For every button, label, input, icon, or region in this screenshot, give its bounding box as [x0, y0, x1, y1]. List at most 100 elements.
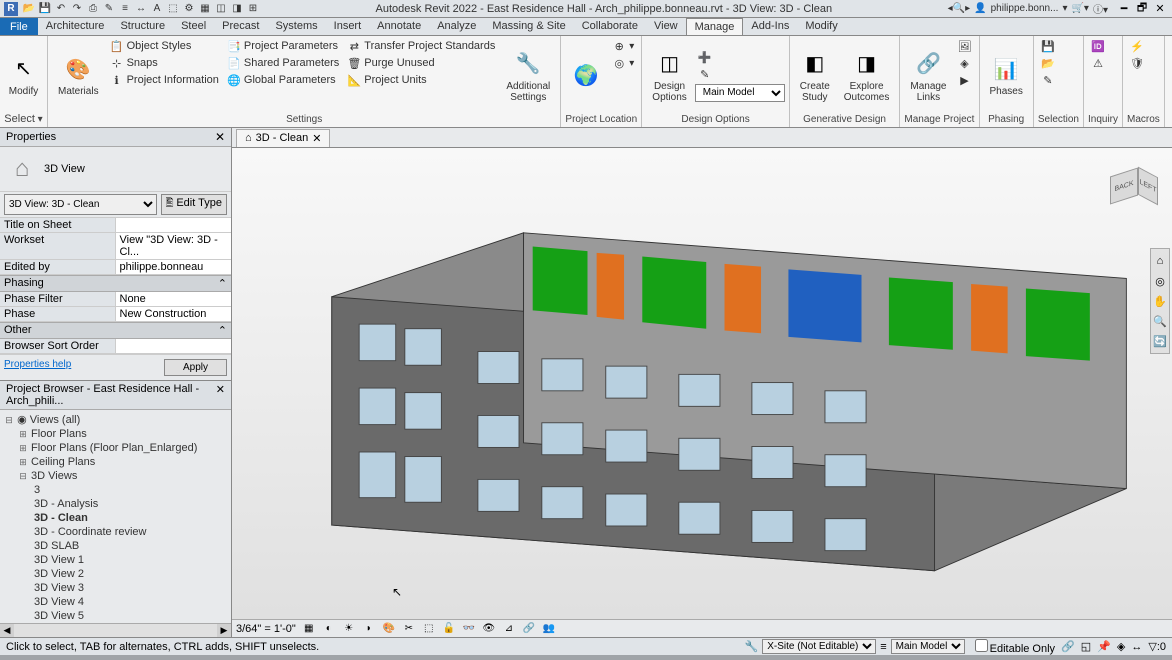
view-tab-3d-clean[interactable]: ⌂ 3D - Clean ✕	[236, 129, 330, 147]
vc-visual-icon[interactable]: ◐	[322, 622, 336, 636]
transfer-standards-button[interactable]: ⇄Transfer Project Standards	[344, 38, 498, 54]
create-study-button[interactable]: ◧Create Study	[794, 38, 836, 113]
tab-collaborate[interactable]: Collaborate	[574, 18, 646, 34]
select-face-icon[interactable]: ◈	[1117, 640, 1125, 653]
tree-node[interactable]: ⊞ Ceiling Plans	[2, 455, 229, 469]
pick-edit-button[interactable]: ✎	[695, 67, 785, 83]
property-row[interactable]: WorksetView "3D View: 3D - Cl...	[0, 233, 231, 260]
vc-crop-show-icon[interactable]: ⬚	[422, 622, 436, 636]
username-label[interactable]: philippe.bonn...	[991, 3, 1059, 14]
qat-button[interactable]: ≡	[118, 2, 132, 16]
tab-structure[interactable]: Structure	[112, 18, 173, 34]
tree-node[interactable]: ⊞ Floor Plans	[2, 427, 229, 441]
tree-node[interactable]: 3D - Clean	[2, 511, 229, 525]
tab-view[interactable]: View	[646, 18, 686, 34]
qat-button[interactable]: ⊞	[246, 2, 260, 16]
browser-close-icon[interactable]: ✕	[216, 383, 225, 407]
type-preview[interactable]: ⌂ 3D View	[0, 147, 231, 192]
find-icon[interactable]: ◂🔍▸	[948, 3, 971, 14]
qat-button[interactable]: ⎙	[86, 2, 100, 16]
vc-detail-icon[interactable]: ▦	[302, 622, 316, 636]
macro-security-button[interactable]: 🛡	[1127, 55, 1147, 71]
editable-only-checkbox[interactable]: Editable Only	[975, 639, 1055, 655]
select-links-icon[interactable]: 🔗	[1061, 640, 1075, 653]
tab-massing-site[interactable]: Massing & Site	[484, 18, 573, 34]
qat-button[interactable]: ◫	[214, 2, 228, 16]
qat-button[interactable]: ⚙	[182, 2, 196, 16]
global-parameters-button[interactable]: 🌐Global Parameters	[224, 72, 342, 88]
viewcube-left[interactable]: LEFT	[1138, 167, 1158, 206]
ids-button[interactable]: 🆔	[1088, 38, 1108, 54]
property-row[interactable]: PhaseNew Construction	[0, 307, 231, 322]
property-row[interactable]: Title on Sheet	[0, 218, 231, 233]
main-model-dropdown[interactable]: Main Model	[695, 84, 785, 102]
other-section[interactable]: Other	[4, 324, 32, 337]
viewcube-back[interactable]: BACK	[1110, 167, 1138, 204]
tree-node[interactable]: ⊟ 3D Views	[2, 469, 229, 483]
qat-button[interactable]: ↷	[70, 2, 84, 16]
qat-button[interactable]: A	[150, 2, 164, 16]
properties-help-link[interactable]: Properties help	[4, 359, 71, 376]
vc-analytical-icon[interactable]: ⊿	[502, 622, 516, 636]
tree-node[interactable]: ⊞ Floor Plans (Floor Plan_Enlarged)	[2, 441, 229, 455]
apply-button[interactable]: Apply	[164, 359, 227, 376]
phasing-section[interactable]: Phasing	[4, 277, 44, 290]
warnings-button[interactable]: ⚠	[1088, 55, 1108, 71]
type-selector-dropdown[interactable]: 3D View: 3D - Clean	[4, 194, 157, 215]
property-row[interactable]: Phase FilterNone	[0, 292, 231, 307]
tree-node[interactable]: 3D - Coordinate review	[2, 525, 229, 539]
select-underlay-icon[interactable]: ◱	[1081, 640, 1091, 653]
location-button[interactable]: 🌍	[565, 38, 607, 113]
qat-button[interactable]: ↔	[134, 2, 148, 16]
restore-button[interactable]: 🗗	[1134, 2, 1150, 16]
tab-annotate[interactable]: Annotate	[369, 18, 429, 34]
vc-worksharing-icon[interactable]: 👥	[542, 622, 556, 636]
tab-manage[interactable]: Manage	[686, 18, 744, 35]
minimize-button[interactable]: ━	[1116, 2, 1132, 16]
filter-icon[interactable]: ▽:0	[1148, 640, 1166, 653]
coordinates-button[interactable]: ⊕▾	[609, 38, 637, 54]
vc-lock-icon[interactable]: 🔓	[442, 622, 456, 636]
help-icon[interactable]: ⓘ▾	[1093, 1, 1108, 16]
nav-zoom-icon[interactable]: 🔍	[1153, 313, 1167, 329]
tab-modify[interactable]: Modify	[797, 18, 845, 34]
tab-insert[interactable]: Insert	[326, 18, 370, 34]
manage-images-button[interactable]: 🖼	[955, 38, 975, 54]
vc-crop-icon[interactable]: ✂	[402, 622, 416, 636]
nav-home-icon[interactable]: ⌂	[1153, 253, 1167, 269]
qat-button[interactable]: ↶	[54, 2, 68, 16]
snaps-button[interactable]: ⊹Snaps	[107, 55, 222, 71]
selection-edit-button[interactable]: ✎	[1038, 72, 1058, 88]
project-units-button[interactable]: 📐Project Units	[344, 72, 498, 88]
workset-dropdown[interactable]: X-Site (Not Editable)	[762, 639, 876, 654]
file-tab[interactable]: File	[0, 18, 38, 35]
tree-node[interactable]: 3D - Analysis	[2, 497, 229, 511]
tree-node[interactable]: 3D View 4	[2, 595, 229, 609]
workset-icon[interactable]: 🔧	[745, 640, 759, 653]
add-to-set-button[interactable]: ➕	[695, 50, 785, 66]
select-group-label[interactable]: Select ▾	[4, 112, 43, 125]
tab-steel[interactable]: Steel	[173, 18, 214, 34]
properties-close-icon[interactable]: ✕	[215, 130, 225, 144]
view-cube[interactable]: BACK LEFT	[1102, 158, 1162, 218]
tree-node[interactable]: 3D View 1	[2, 553, 229, 567]
qat-button[interactable]: ▦	[198, 2, 212, 16]
qat-button[interactable]: 💾	[38, 2, 52, 16]
qat-button[interactable]: ◨	[230, 2, 244, 16]
project-info-button[interactable]: ℹProject Information	[107, 72, 222, 88]
tree-node[interactable]: 3D View 2	[2, 567, 229, 581]
tree-node[interactable]: 3D View 5	[2, 609, 229, 623]
view-tab-close-icon[interactable]: ✕	[312, 132, 321, 145]
vc-reveal-icon[interactable]: 👁	[482, 622, 496, 636]
vc-shadow-icon[interactable]: ◗	[362, 622, 376, 636]
model-dropdown[interactable]: Main Model	[891, 639, 965, 654]
tree-root[interactable]: ⊟ ◉ Views (all)	[2, 412, 229, 427]
nav-pan-icon[interactable]: ✋	[1153, 293, 1167, 309]
select-pinned-icon[interactable]: 📌	[1097, 640, 1111, 653]
qat-button[interactable]: 📂	[22, 2, 36, 16]
tree-node[interactable]: 3D View 3	[2, 581, 229, 595]
starting-view-button[interactable]: ▶	[955, 72, 975, 88]
drag-icon[interactable]: ↔	[1131, 641, 1142, 653]
tab-systems[interactable]: Systems	[267, 18, 325, 34]
close-button[interactable]: ✕	[1152, 2, 1168, 16]
